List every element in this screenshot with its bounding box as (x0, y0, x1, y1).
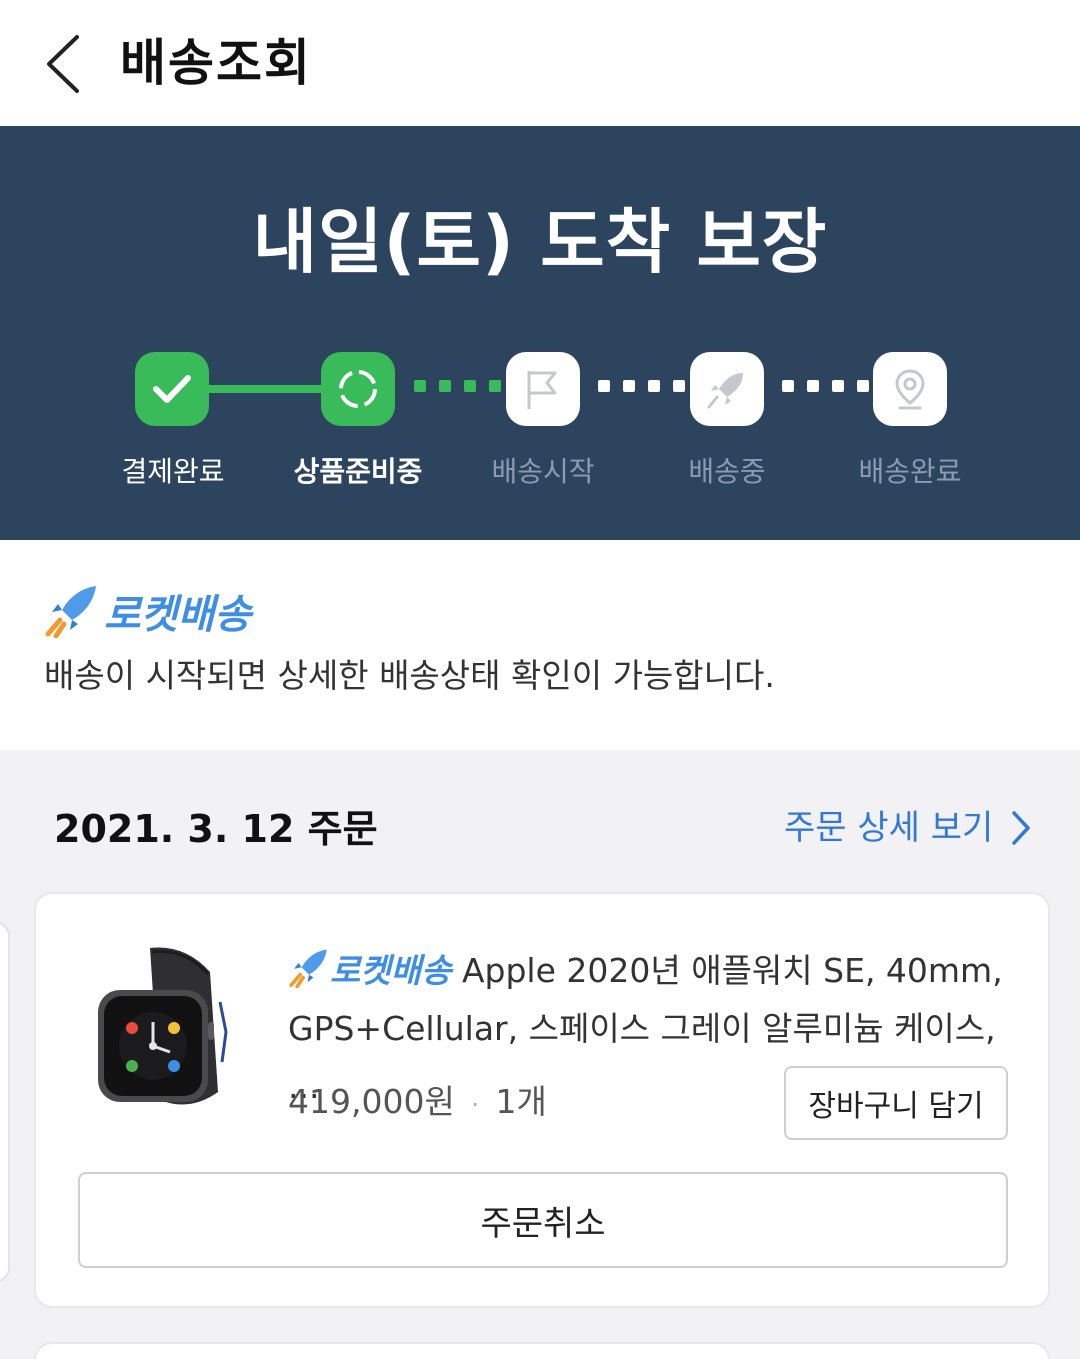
cancel-order-button[interactable]: 주문취소 (78, 1172, 1008, 1268)
step-delivered (873, 352, 947, 426)
adjacent-card (0, 922, 10, 1282)
rocket-logo-icon (45, 586, 96, 638)
order-item-card: 로켓배송 Apple 2020년 애플워치 SE, 40mm, GPS+Cell… (34, 892, 1050, 1308)
chevron-left-icon (47, 35, 79, 93)
rocket-badge-icon (289, 949, 327, 989)
rocket-delivery-label: 로켓배송 (104, 592, 252, 638)
step-label-payment-complete: 결제완료 (121, 455, 225, 488)
rocket-icon (707, 373, 743, 409)
rocket-delivery-badge: 로켓배송 (330, 951, 452, 990)
price-quantity: 419,000원 · 1개 (288, 1080, 547, 1127)
location-pin-icon (895, 369, 925, 410)
page-title: 배송조회 (120, 34, 312, 92)
product-quantity: 1개 (495, 1082, 547, 1121)
step-label-shipping-start: 배송시작 (491, 455, 595, 488)
step-label-in-transit: 배송중 (688, 455, 766, 488)
progress-dots (414, 380, 501, 392)
product-price: 419,000원 (288, 1082, 455, 1121)
delivery-status-description: 배송이 시작되면 상세한 배송상태 확인이 가능합니다. (44, 656, 775, 695)
arrival-guarantee-title: 내일(토) 도착 보장 (252, 201, 828, 283)
step-in-transit (690, 352, 764, 426)
step-label-delivered: 배송완료 (858, 455, 962, 488)
add-to-cart-button[interactable]: 장바구니 담기 (784, 1066, 1008, 1140)
progress-line (205, 385, 327, 393)
smartwatch-image (98, 947, 228, 1105)
step-label-preparing: 상품준비중 (293, 455, 423, 488)
check-icon (153, 375, 191, 403)
order-detail-label: 주문 상세 보기 (784, 808, 994, 848)
order-detail-link[interactable]: 주문 상세 보기 (784, 806, 1031, 850)
delivery-tracking-page: 배송조회 내일(토) 도착 보장 결제완료 상품준비중 배송시작 배송중 배송완… (0, 0, 1080, 1359)
step-payment-complete (135, 352, 209, 426)
delivery-status-banner: 내일(토) 도착 보장 결제완료 상품준비중 배송시작 배송중 배송완료 (0, 126, 1080, 540)
step-shipping-start (506, 352, 580, 426)
chevron-right-icon (1012, 811, 1031, 845)
separator-dot: · (471, 1091, 479, 1119)
progress-dots (782, 380, 869, 392)
progress-dots (598, 380, 685, 392)
app-bar: 배송조회 (0, 0, 1080, 126)
back-button[interactable] (28, 24, 98, 104)
order-date: 2021. 3. 12 주문 (54, 807, 378, 851)
step-preparing (321, 352, 395, 426)
next-order-card (34, 1342, 1050, 1359)
product-thumbnail[interactable] (90, 942, 240, 1112)
rocket-delivery-info: 로켓배송 배송이 시작되면 상세한 배송상태 확인이 가능합니다. (0, 540, 1080, 750)
loading-circle-icon (339, 370, 377, 408)
flag-icon (527, 371, 557, 409)
rocket-delivery-logo: 로켓배송 (44, 582, 251, 640)
